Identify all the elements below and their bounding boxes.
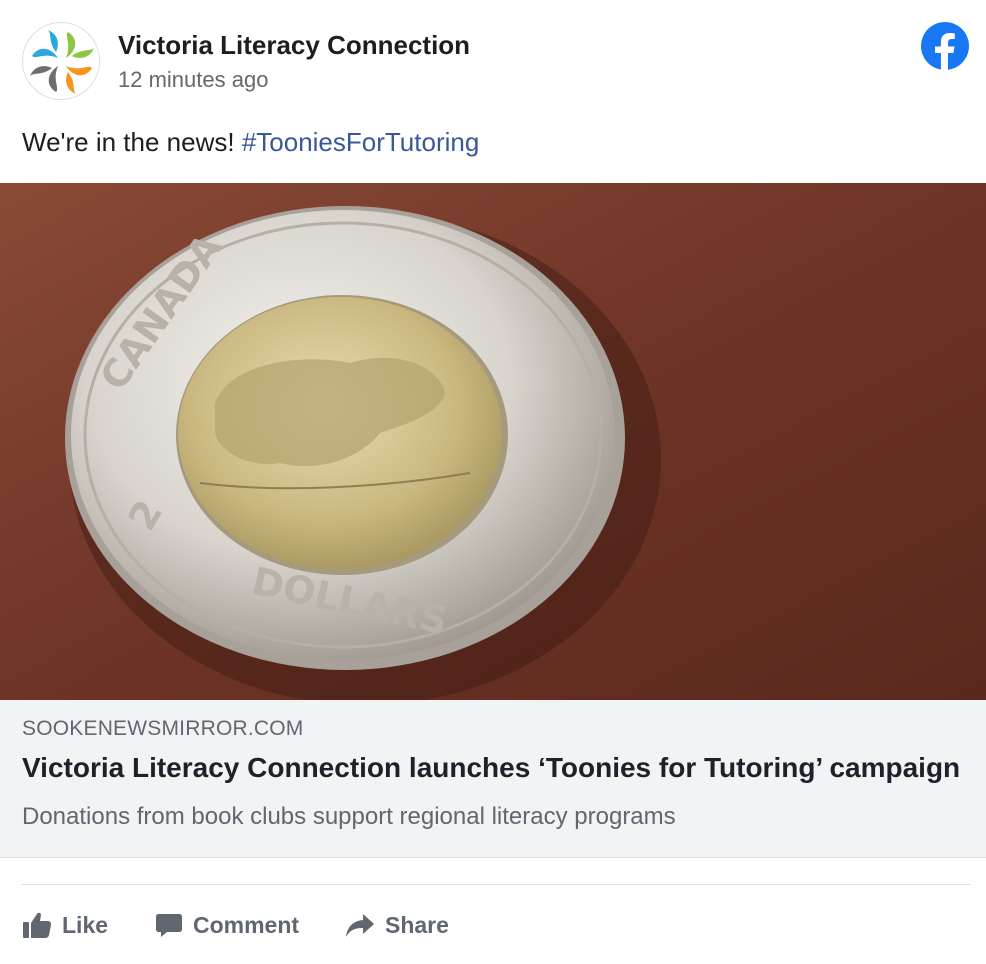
link-preview-meta[interactable]: SOOKENEWSMIRROR.COM Victoria Literacy Co… [0,700,986,858]
link-title[interactable]: Victoria Literacy Connection launches ‘T… [22,752,972,784]
comment-label: Comment [193,911,300,938]
post-message: We're in the news! #TooniesForTutoring [22,127,479,158]
comment-bubble-icon [156,914,182,937]
link-preview-image[interactable]: CANADA DOLLARS 2 [0,183,986,700]
hashtag-link[interactable]: #TooniesForTutoring [242,127,480,157]
facebook-icon[interactable] [921,22,969,70]
thumbs-up-icon [23,912,52,938]
link-description: Donations from book clubs support region… [22,803,676,830]
share-label: Share [385,911,449,938]
link-domain: SOOKENEWSMIRROR.COM [22,717,304,740]
post-timestamp[interactable]: 12 minutes ago [118,67,268,93]
actions-divider [22,884,970,885]
post-message-text: We're in the news! [22,127,242,157]
like-label: Like [62,911,109,938]
page-name[interactable]: Victoria Literacy Connection [118,30,470,61]
comment-button[interactable]: Comment [155,902,299,948]
post-header: Victoria Literacy Connection 12 minutes … [0,0,986,110]
toonie-coin-photo: CANADA DOLLARS 2 [0,183,986,700]
literacy-connection-logo-icon [30,30,94,94]
share-arrow-icon [346,914,374,937]
page-avatar[interactable] [22,22,100,100]
share-button[interactable]: Share [345,902,449,948]
like-button[interactable]: Like [22,902,108,948]
